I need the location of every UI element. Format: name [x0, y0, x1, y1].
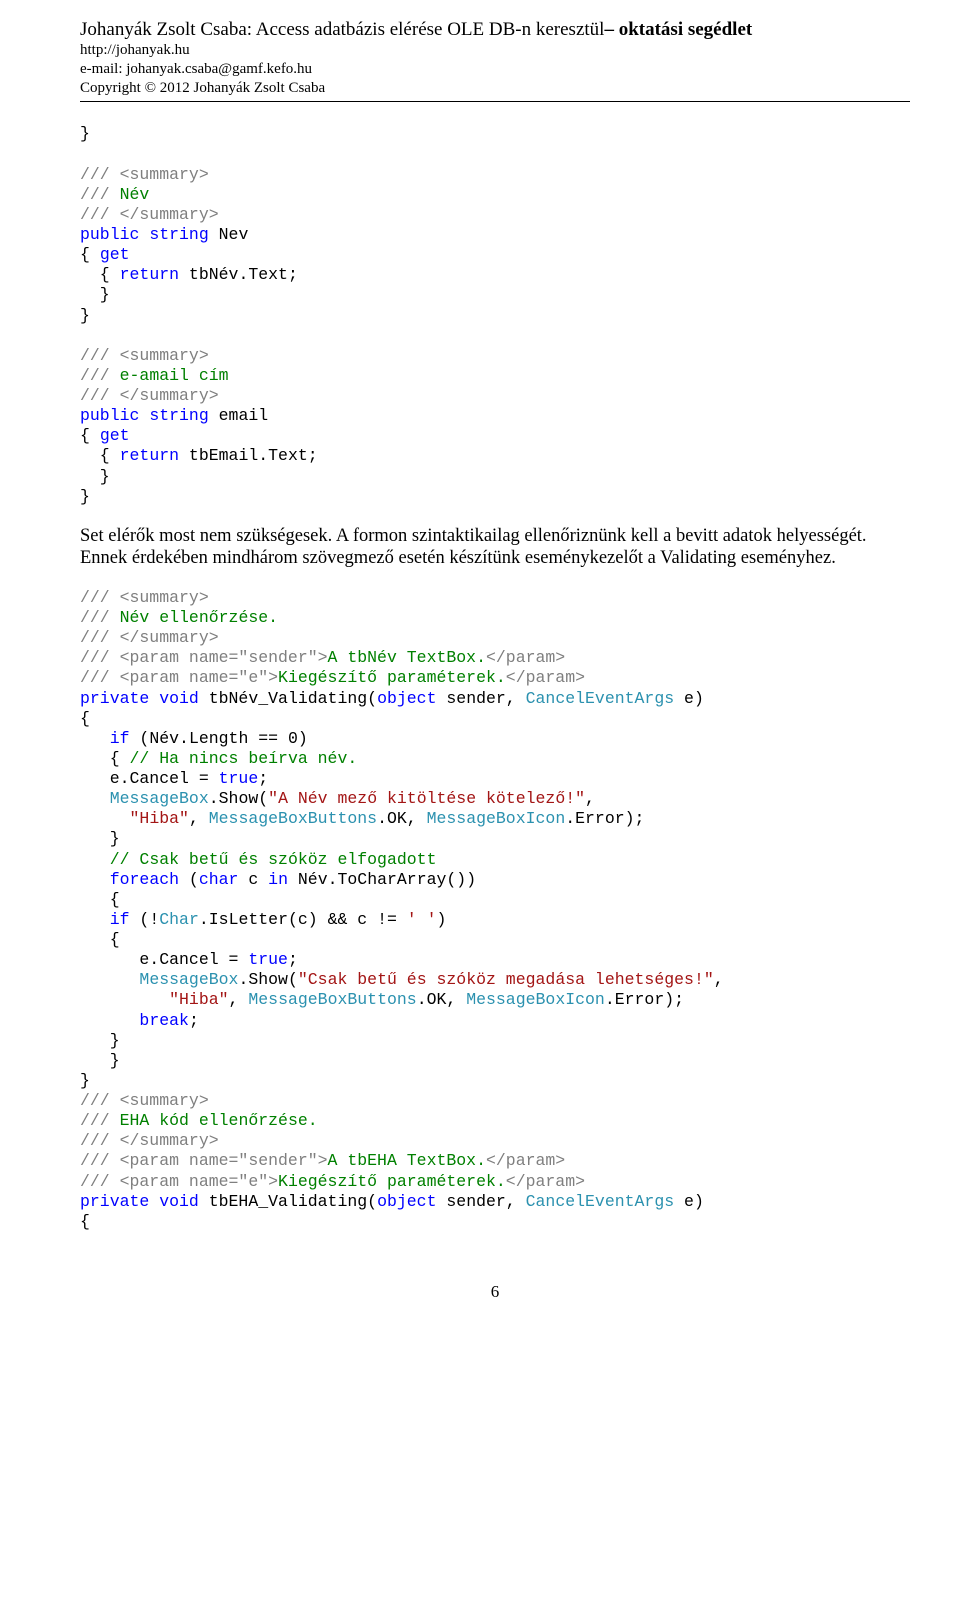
title-left: Johanyák Zsolt Csaba: Access adatbázis e… [80, 19, 604, 40]
header-divider [80, 101, 910, 102]
code-block-2: /// <summary> /// Név ellenőrzése. /// <… [80, 588, 910, 1232]
title-right: – oktatási segédlet [604, 19, 752, 40]
page-number: 6 [80, 1282, 910, 1303]
page-header-title: Johanyák Zsolt Csaba: Access adatbázis e… [80, 18, 910, 41]
paragraph-1: Set elérők most nem szükségesek. A formo… [80, 525, 910, 570]
header-copyright: Copyright © 2012 Johanyák Zsolt Csaba [80, 79, 910, 98]
code-block-1: } /// <summary> /// Név /// </summary> p… [80, 124, 910, 506]
header-site: http://johanyak.hu [80, 41, 910, 60]
header-email: e-mail: johanyak.csaba@gamf.kefo.hu [80, 60, 910, 79]
